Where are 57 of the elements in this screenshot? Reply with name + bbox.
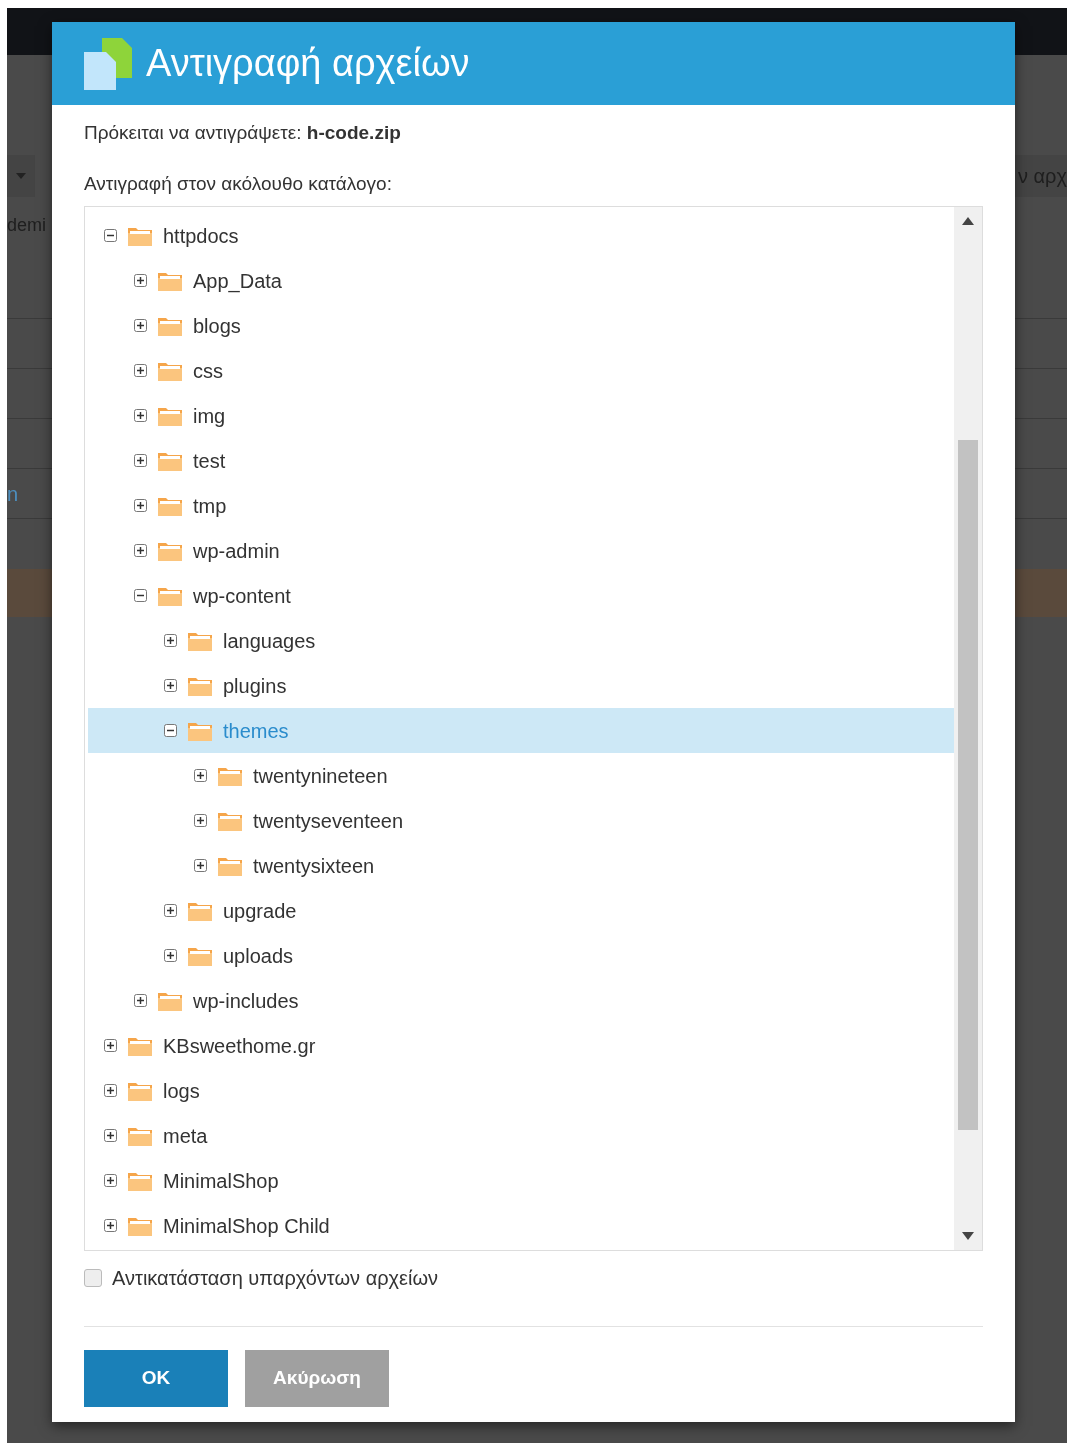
- expand-icon[interactable]: [134, 544, 147, 557]
- tree-item[interactable]: blogs: [88, 303, 954, 348]
- collapse-icon[interactable]: [134, 589, 147, 602]
- intro-text: Πρόκειται να αντιγράψετε: h-code.zip: [84, 121, 402, 145]
- expand-icon[interactable]: [194, 769, 207, 782]
- expand-icon[interactable]: [134, 274, 147, 287]
- expand-icon[interactable]: [104, 1039, 117, 1052]
- expand-icon[interactable]: [164, 949, 177, 962]
- expand-icon[interactable]: [104, 1174, 117, 1187]
- expand-icon[interactable]: [134, 499, 147, 512]
- copy-files-icon: [84, 37, 134, 90]
- scrollbar[interactable]: [954, 207, 982, 1250]
- expand-icon[interactable]: [104, 1129, 117, 1142]
- tree-item[interactable]: css: [88, 348, 954, 393]
- expand-icon[interactable]: [134, 994, 147, 1007]
- tree-item[interactable]: KBsweethome.gr: [88, 1023, 954, 1068]
- expand-icon[interactable]: [164, 679, 177, 692]
- scrollbar-thumb[interactable]: [958, 440, 978, 1130]
- tree-item[interactable]: upgrade: [88, 888, 954, 933]
- tree-item[interactable]: img: [88, 393, 954, 438]
- tree-item[interactable]: httpdocs: [88, 213, 954, 258]
- tree-item[interactable]: wp-includes: [88, 978, 954, 1023]
- tree-item[interactable]: twentyseventeen: [88, 798, 954, 843]
- collapse-icon[interactable]: [104, 229, 117, 242]
- caret-icon: [16, 173, 26, 179]
- overwrite-label: Αντικατάσταση υπαρχόντων αρχείων: [112, 1266, 439, 1291]
- tree-item[interactable]: MinimalShop: [88, 1158, 954, 1203]
- dialog-title: Αντιγραφή αρχείων: [146, 41, 470, 86]
- expand-icon[interactable]: [194, 859, 207, 872]
- expand-icon[interactable]: [194, 814, 207, 827]
- tree-item[interactable]: MinimalShop Child: [88, 1203, 954, 1248]
- tree-item[interactable]: uploads: [88, 933, 954, 978]
- tree-item[interactable]: App_Data: [88, 258, 954, 303]
- expand-icon[interactable]: [134, 454, 147, 467]
- scroll-down-icon[interactable]: [962, 1232, 974, 1240]
- tree-item[interactable]: meta: [88, 1113, 954, 1158]
- tree-item[interactable]: languages: [88, 618, 954, 663]
- tree-item[interactable]: tmp: [88, 483, 954, 528]
- tree-item[interactable]: wp-content: [88, 573, 954, 618]
- scroll-up-icon[interactable]: [962, 217, 974, 225]
- tree-item[interactable]: plugins: [88, 663, 954, 708]
- tree-item[interactable]: logs: [88, 1068, 954, 1113]
- expand-icon[interactable]: [164, 634, 177, 647]
- expand-icon[interactable]: [134, 319, 147, 332]
- target-label: Αντιγραφή στον ακόλουθο κατάλογο:: [84, 171, 393, 196]
- tree-item[interactable]: test: [88, 438, 954, 483]
- collapse-icon[interactable]: [164, 724, 177, 737]
- expand-icon[interactable]: [104, 1084, 117, 1097]
- expand-icon[interactable]: [104, 1219, 117, 1232]
- expand-icon[interactable]: [134, 364, 147, 377]
- tree-item[interactable]: twentynineteen: [88, 753, 954, 798]
- expand-icon[interactable]: [134, 409, 147, 422]
- ok-button[interactable]: OK: [84, 1350, 228, 1407]
- tree-item[interactable]: twentysixteen: [88, 843, 954, 888]
- overwrite-checkbox[interactable]: [84, 1269, 102, 1287]
- tree-item[interactable]: wp-admin: [88, 528, 954, 573]
- expand-icon[interactable]: [164, 904, 177, 917]
